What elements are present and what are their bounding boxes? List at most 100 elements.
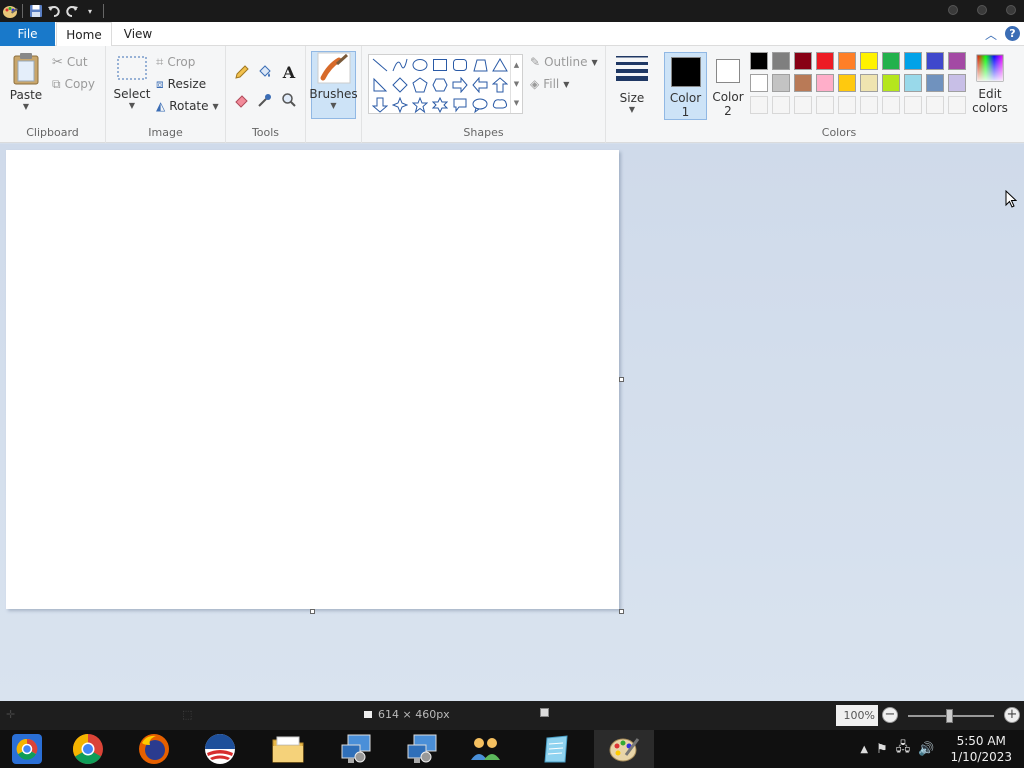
pentagon-shape-icon[interactable] [411, 76, 429, 94]
cloud-callout-shape-icon[interactable] [491, 96, 509, 114]
drawing-canvas[interactable] [6, 150, 619, 609]
down-arrow-shape-icon[interactable] [371, 96, 389, 114]
palette-swatch[interactable] [816, 96, 834, 114]
rounded-callout-shape-icon[interactable] [451, 96, 469, 114]
size-button[interactable]: Size ▼ [612, 54, 652, 114]
palette-swatch[interactable] [882, 74, 900, 92]
palette-swatch[interactable] [838, 96, 856, 114]
help-icon[interactable]: ? [1005, 26, 1020, 41]
canvas-workspace[interactable] [0, 144, 1024, 701]
magnifier-icon[interactable] [279, 90, 299, 110]
palette-swatch[interactable] [750, 74, 768, 92]
hexagon-shape-icon[interactable] [431, 76, 449, 94]
zoom-out-button[interactable]: − [882, 707, 898, 723]
curve-shape-icon[interactable] [391, 56, 409, 74]
diamond-shape-icon[interactable] [391, 76, 409, 94]
crop-button[interactable]: ⌗ Crop [156, 52, 195, 72]
network-icon[interactable]: 🖧 [896, 738, 911, 760]
redo-icon[interactable] [63, 2, 81, 20]
palette-swatch[interactable] [794, 74, 812, 92]
outline-dropdown-icon[interactable]: ▼ [591, 58, 597, 67]
palette-swatch[interactable] [772, 96, 790, 114]
pencil-icon[interactable] [232, 62, 252, 82]
left-arrow-shape-icon[interactable] [471, 76, 489, 94]
outline-button[interactable]: ✎ Outline ▼ [530, 52, 598, 72]
copy-button[interactable]: ⧉ Copy [52, 74, 95, 94]
palette-swatch[interactable] [772, 74, 790, 92]
tab-home[interactable]: Home [56, 22, 112, 47]
expand-gallery-icon[interactable]: ▼ [514, 99, 519, 107]
taskbar-users-app[interactable] [456, 730, 516, 768]
palette-swatch[interactable] [882, 52, 900, 70]
taskbar-firefox[interactable] [124, 730, 184, 768]
five-point-star-shape-icon[interactable] [411, 96, 429, 114]
palette-swatch[interactable] [750, 52, 768, 70]
fill-dropdown-icon[interactable]: ▼ [563, 80, 569, 89]
palette-swatch[interactable] [948, 96, 966, 114]
size-dropdown-icon[interactable]: ▼ [629, 105, 635, 114]
four-point-star-shape-icon[interactable] [391, 96, 409, 114]
taskbar-obama-app[interactable] [190, 730, 250, 768]
maximize-button[interactable] [977, 5, 987, 15]
taskbar-remote-desktop-2[interactable] [392, 730, 452, 768]
paste-dropdown-icon[interactable]: ▼ [23, 102, 29, 111]
collapse-ribbon-icon[interactable]: ︿ [985, 26, 997, 43]
right-arrow-shape-icon[interactable] [451, 76, 469, 94]
fill-button[interactable]: ◈ Fill ▼ [530, 74, 569, 94]
rounded-rectangle-shape-icon[interactable] [451, 56, 469, 74]
rotate-dropdown-icon[interactable]: ▼ [213, 102, 219, 111]
select-dropdown-icon[interactable]: ▼ [129, 101, 135, 110]
palette-swatch[interactable] [926, 96, 944, 114]
show-hidden-icons-icon[interactable]: ▲ [860, 744, 868, 755]
palette-swatch[interactable] [838, 74, 856, 92]
palette-swatch[interactable] [904, 52, 922, 70]
taskbar-remote-desktop-1[interactable] [326, 730, 386, 768]
text-tool-icon[interactable]: A [279, 62, 299, 82]
customize-quick-access-icon[interactable]: ▾ [81, 2, 99, 20]
taskbar-chrome[interactable] [58, 730, 118, 768]
close-button[interactable] [1006, 5, 1016, 15]
color2-button[interactable]: Color 2 [708, 52, 748, 120]
palette-swatch[interactable] [926, 74, 944, 92]
oval-callout-shape-icon[interactable] [471, 96, 489, 114]
palette-swatch[interactable] [882, 96, 900, 114]
taskbar-paint[interactable] [594, 730, 654, 768]
fill-bucket-icon[interactable] [255, 62, 275, 82]
save-icon[interactable] [27, 2, 45, 20]
action-center-flag-icon[interactable]: ⚑ [876, 742, 888, 757]
clock[interactable]: 5:50 AM 1/10/2023 [950, 733, 1012, 765]
palette-swatch[interactable] [794, 52, 812, 70]
eraser-icon[interactable] [232, 90, 252, 110]
palette-swatch[interactable] [860, 96, 878, 114]
resize-handle-right[interactable] [619, 377, 624, 382]
palette-swatch[interactable] [926, 52, 944, 70]
resize-button[interactable]: ⧈ Resize [156, 74, 206, 94]
oval-shape-icon[interactable] [411, 56, 429, 74]
color-picker-icon[interactable] [255, 90, 275, 110]
brushes-button[interactable]: Brushes ▼ [309, 51, 358, 119]
tab-view[interactable]: View [112, 22, 164, 46]
triangle-shape-icon[interactable] [491, 56, 509, 74]
palette-swatch[interactable] [948, 52, 966, 70]
zoom-in-button[interactable]: + [1004, 707, 1020, 723]
color1-button[interactable]: Color 1 [664, 52, 707, 120]
rectangle-shape-icon[interactable] [431, 56, 449, 74]
polygon-shape-icon[interactable] [471, 56, 489, 74]
palette-swatch[interactable] [816, 74, 834, 92]
palette-swatch[interactable] [904, 96, 922, 114]
right-triangle-shape-icon[interactable] [371, 76, 389, 94]
cut-button[interactable]: ✂ Cut [52, 52, 88, 72]
palette-swatch[interactable] [772, 52, 790, 70]
paste-button[interactable]: Paste ▼ [6, 52, 46, 111]
minimize-button[interactable] [948, 5, 958, 15]
palette-swatch[interactable] [904, 74, 922, 92]
scroll-up-icon[interactable]: ▲ [514, 61, 519, 69]
select-button[interactable]: Select ▼ [112, 54, 152, 110]
edit-colors-button[interactable]: Edit colors [970, 54, 1010, 115]
paint-app-icon[interactable] [2, 3, 18, 19]
tab-file[interactable]: File [0, 22, 55, 46]
zoom-slider-thumb[interactable] [946, 709, 953, 723]
volume-icon[interactable]: 🔊 [918, 742, 934, 757]
taskbar-file-explorer[interactable] [258, 730, 318, 768]
six-point-star-shape-icon[interactable] [431, 96, 449, 114]
